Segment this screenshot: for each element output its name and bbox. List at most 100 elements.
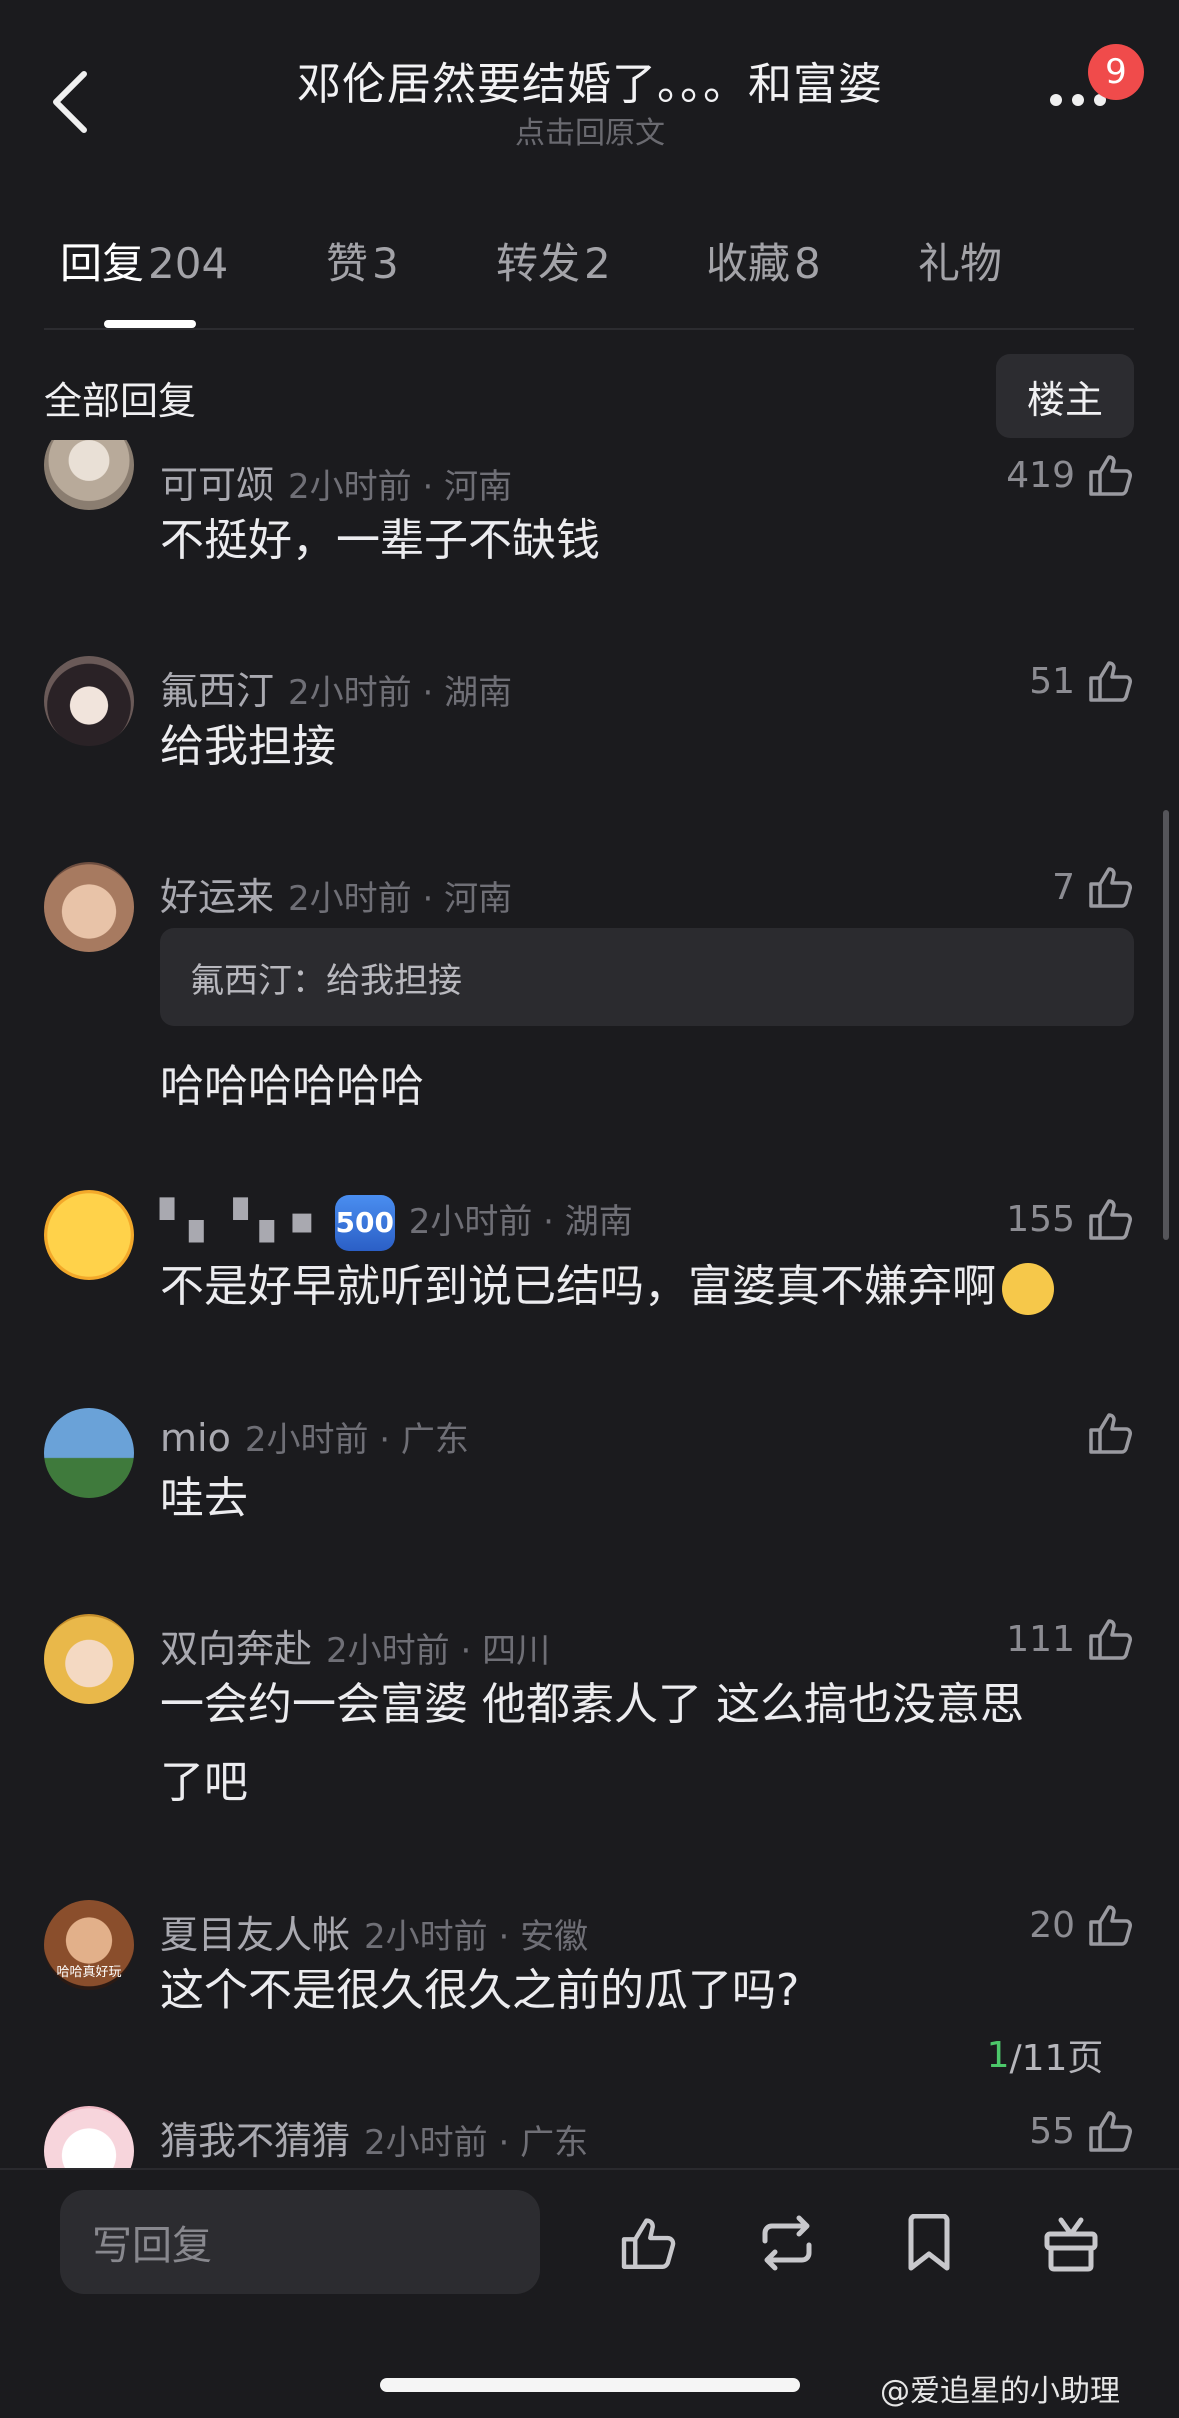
repost-button[interactable]: [752, 2208, 822, 2278]
tab-label: 转发: [496, 239, 581, 288]
tab-replies[interactable]: 回复204: [60, 230, 228, 291]
tab-likes[interactable]: 赞3: [326, 230, 399, 291]
level-badge: 500: [334, 1194, 395, 1251]
active-tab-indicator: [104, 320, 196, 328]
quoted-reply[interactable]: 氟西汀：给我担接: [160, 928, 1134, 1026]
timestamp: 2小时前 · 安徽: [364, 1917, 589, 1957]
username[interactable]: 可可颂: [160, 463, 274, 507]
owner-filter-button[interactable]: 楼主: [996, 354, 1134, 438]
comment-text: 哇去: [160, 1473, 248, 1524]
like-button[interactable]: 51: [1029, 658, 1135, 704]
tab-label: 收藏: [706, 239, 791, 288]
like-count: 155: [1006, 1198, 1075, 1240]
like-count: 419: [1006, 454, 1075, 496]
avatar[interactable]: [44, 440, 134, 510]
comment-meta: mio 2小时前 · 广东: [160, 1412, 469, 1461]
timestamp: 2小时前 · 广东: [244, 1420, 469, 1460]
avatar[interactable]: [44, 1614, 134, 1704]
repost-icon: [762, 2215, 812, 2271]
like-button[interactable]: 7: [1052, 864, 1135, 910]
comment-meta: 氟西汀 2小时前 · 湖南: [160, 660, 512, 715]
comment-meta: 猜我不猜猜 2小时前 · 广东: [160, 2110, 588, 2165]
username[interactable]: 好运来: [160, 875, 274, 919]
like-button[interactable]: 55: [1029, 2108, 1135, 2154]
tab-count: 3: [372, 239, 399, 288]
like-button[interactable]: 155: [1006, 1196, 1135, 1242]
tab-gifts[interactable]: 礼物: [918, 230, 1002, 291]
comment-text: 不是好早就听到说已结吗，富婆真不嫌弃啊: [160, 1261, 996, 1312]
comment-text-line: 一会约一会富婆 他都素人了 这么搞也没意思: [160, 1679, 1024, 1730]
scrollbar[interactable]: [1163, 810, 1169, 1240]
username[interactable]: 猜我不猜猜: [160, 2119, 350, 2163]
divider: [44, 328, 1134, 330]
frowning-face-icon: [1002, 1263, 1054, 1315]
avatar[interactable]: [44, 656, 134, 746]
thumbs-up-icon: [1089, 661, 1132, 702]
comment-meta: 可可颂 2小时前 · 河南: [160, 454, 512, 509]
like-button[interactable]: 20: [1029, 1902, 1135, 1948]
comment-meta: 双向奔赴 2小时前 · 四川: [160, 1618, 550, 1673]
timestamp: 2小时前 · 河南: [288, 467, 513, 507]
like-count: 7: [1052, 866, 1075, 908]
avatar[interactable]: [44, 862, 134, 952]
timestamp: 2小时前 · 湖南: [408, 1202, 633, 1242]
chevron-left-icon: [53, 71, 87, 133]
thumbs-up-icon: [621, 2218, 676, 2269]
thumbs-up-icon: [1089, 867, 1132, 908]
divider: [0, 2168, 1179, 2170]
comment-text: 哈哈哈哈哈哈: [160, 1061, 424, 1112]
avatar[interactable]: 哈哈真好玩: [44, 1900, 134, 1990]
timestamp: 2小时前 · 广东: [364, 2123, 589, 2163]
username[interactable]: 夏目友人帐: [160, 1913, 350, 1957]
home-indicator: [380, 2378, 800, 2392]
favorite-button[interactable]: [894, 2208, 964, 2278]
gift-icon: [1044, 2217, 1098, 2272]
more-dot-icon: [1050, 94, 1062, 106]
like-button[interactable]: 111: [1006, 1616, 1135, 1662]
tab-label: 赞: [326, 239, 369, 288]
comment-text: 不挺好，一辈子不缺钱: [160, 515, 600, 566]
notification-badge: 9: [1088, 44, 1144, 100]
thumbs-up-icon: [1089, 1619, 1132, 1660]
like-count: 51: [1029, 660, 1075, 702]
like-count: 111: [1006, 1618, 1075, 1660]
comment-text-row: 不是好早就听到说已结吗，富婆真不嫌弃啊: [160, 1248, 1140, 1326]
comment-meta: 夏目友人帐 2小时前 · 安徽: [160, 1904, 588, 1959]
tab-reposts[interactable]: 转发2: [496, 230, 611, 291]
timestamp: 2小时前 · 河南: [288, 879, 513, 919]
tab-bar: 回复204 赞3 转发2 收藏8 礼物: [0, 230, 1179, 300]
back-button[interactable]: [40, 62, 100, 142]
username[interactable]: mio: [160, 1416, 231, 1460]
tab-count: 204: [148, 239, 229, 288]
tab-favorites[interactable]: 收藏8: [706, 230, 821, 291]
gift-button[interactable]: [1036, 2208, 1106, 2278]
like-post-button[interactable]: [614, 2208, 684, 2278]
post-title[interactable]: 邓伦居然要结婚了。。。和富婆: [180, 48, 1000, 112]
section-title: 全部回复: [44, 379, 197, 423]
back-to-original-link[interactable]: 点击回原文: [180, 108, 1000, 152]
avatar[interactable]: [44, 1190, 134, 1280]
timestamp: 2小时前 · 湖南: [288, 673, 513, 713]
comment-meta: ▘▖▝ ▖▪ 500 2小时前 · 湖南: [160, 1194, 633, 1251]
tab-count: 2: [584, 239, 611, 288]
thumbs-up-icon: [1089, 1413, 1132, 1454]
tab-label: 回复: [60, 239, 145, 288]
username[interactable]: ▘▖▝ ▖▪: [160, 1198, 315, 1242]
username[interactable]: 氟西汀: [160, 669, 274, 713]
username[interactable]: 双向奔赴: [160, 1627, 312, 1671]
avatar[interactable]: [44, 1408, 134, 1498]
timestamp: 2小时前 · 四川: [326, 1631, 551, 1671]
like-count: 20: [1029, 1904, 1075, 1946]
current-page: 1: [986, 2034, 1010, 2076]
total-pages: /11页: [1009, 2038, 1104, 2079]
tab-count: 8: [794, 239, 821, 288]
like-button[interactable]: 419: [1006, 452, 1135, 498]
avatar-caption: 哈哈真好玩: [56, 1965, 122, 1980]
comment-text-line: 了吧: [160, 1757, 248, 1808]
avatar[interactable]: [44, 2106, 134, 2170]
comment-text: 给我担接: [160, 721, 336, 772]
like-button[interactable]: [1087, 1410, 1135, 1456]
thumbs-up-icon: [1089, 455, 1132, 496]
page-indicator[interactable]: 1/11页: [940, 2010, 1150, 2100]
reply-input[interactable]: 写回复: [60, 2190, 540, 2294]
